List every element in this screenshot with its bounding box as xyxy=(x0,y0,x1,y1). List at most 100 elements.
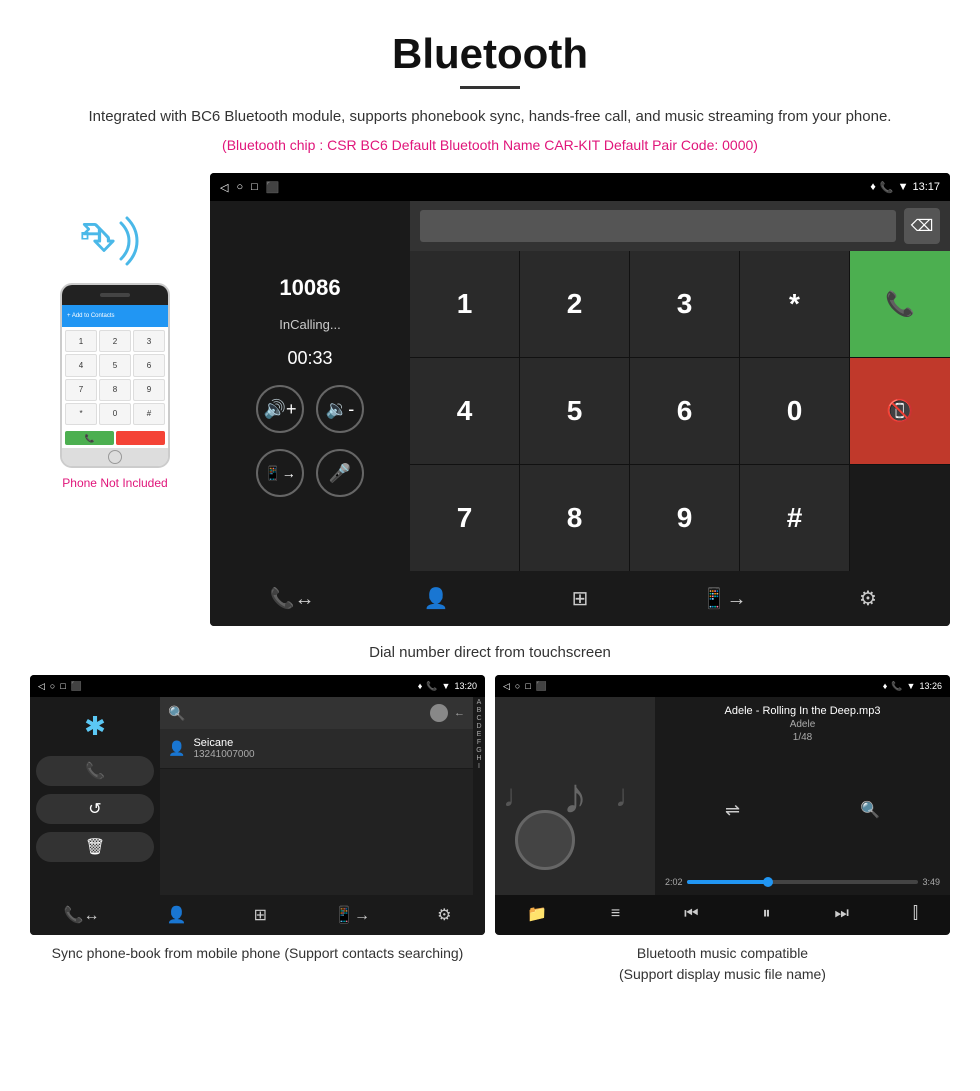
music-bottom-bar: 📁 ≡ ⏮ ⏸ ⏭ ⫿ xyxy=(495,895,950,933)
dialer-info-panel: 10086 InCalling... 00:33 🔊+ 🔉- 📱→ 🎤 xyxy=(210,201,410,571)
music-bar-dot xyxy=(763,877,773,887)
page-description: Integrated with BC6 Bluetooth module, su… xyxy=(40,105,940,129)
music-progress-bar: 2:02 3:49 xyxy=(665,877,940,887)
page-header: Bluetooth Integrated with BC6 Bluetooth … xyxy=(0,0,980,173)
phone-screen-top: + Add to Contacts xyxy=(62,305,168,327)
keypad-9[interactable]: 9 xyxy=(630,465,739,571)
pb-bottom-call-icon[interactable]: 📞↔ xyxy=(64,905,100,925)
pb-search-icon[interactable]: 🔍 xyxy=(168,705,185,722)
pb-alpha-b[interactable]: B xyxy=(477,707,482,714)
pb-alpha-g[interactable]: G xyxy=(476,747,481,754)
volume-up-button[interactable]: 🔊+ xyxy=(256,385,304,433)
keypad-6[interactable]: 6 xyxy=(630,358,739,464)
phone-key-3: 3 xyxy=(133,330,165,352)
bluetooth-symbol-icon: ⬞ xyxy=(80,213,90,256)
phone-key-5: 5 xyxy=(99,354,131,376)
music-seek-bar[interactable] xyxy=(687,880,919,884)
pb-alpha-f[interactable]: F xyxy=(477,739,481,746)
music-status-right: ♦ 📞 ▼ 13:26 xyxy=(883,681,942,692)
pb-alpha-c[interactable]: C xyxy=(476,715,481,722)
music-track-name: Adele - Rolling In the Deep.mp3 xyxy=(665,705,940,717)
music-bar-fill xyxy=(687,880,768,884)
dialer-input-field[interactable] xyxy=(420,210,896,242)
pb-alpha-a[interactable]: A xyxy=(477,699,482,706)
pb-call-button[interactable]: 📞 xyxy=(36,756,154,786)
music-play-pause-icon[interactable]: ⏸ xyxy=(763,905,771,923)
keypad-star[interactable]: * xyxy=(740,251,849,357)
pb-bottom-settings-icon[interactable]: ⚙ xyxy=(437,905,451,925)
pb-back-icon: ◁ xyxy=(38,681,45,692)
music-folder-icon[interactable]: 📁 xyxy=(527,904,547,924)
keypad-4[interactable]: 4 xyxy=(410,358,519,464)
pb-alpha-d[interactable]: D xyxy=(476,723,481,730)
pb-alpha-e[interactable]: E xyxy=(477,731,482,738)
car-head-unit-screen: ◁ ○ □ ⬛ ♦ 📞 ▼ 13:17 10086 InCalling... 0… xyxy=(210,173,950,626)
pb-alpha-h[interactable]: H xyxy=(476,755,481,762)
pb-menu-icon: ⬛ xyxy=(71,681,82,692)
pb-sync-button[interactable]: ↺ xyxy=(36,794,154,824)
pb-bottom-contacts-icon[interactable]: 👤 xyxy=(167,905,187,925)
main-screenshot-section: ⬞ ⮷ + Add to Contacts 1 2 3 xyxy=(0,173,980,626)
pb-bottom-transfer-icon[interactable]: 📱→ xyxy=(334,905,370,925)
transfer-button[interactable]: 📱→ xyxy=(256,449,304,497)
music-home-icon: ○ xyxy=(515,681,520,692)
music-prev-icon[interactable]: ⏮ xyxy=(684,905,698,923)
bottom-keypad-icon[interactable]: ⊞ xyxy=(555,586,605,611)
mute-button[interactable]: 🎤 xyxy=(316,449,364,497)
dialer-delete-button[interactable]: ⌫ xyxy=(904,208,940,244)
phone-key-7: 7 xyxy=(65,379,97,401)
pb-time: 13:20 xyxy=(454,681,477,691)
phone-signal-icon: 📞 xyxy=(880,181,894,194)
pb-alpha-i[interactable]: I xyxy=(478,763,480,770)
status-bar-left: ◁ ○ □ ⬛ xyxy=(220,181,279,194)
bottom-settings-icon[interactable]: ⚙ xyxy=(843,586,893,611)
call-red-button[interactable]: 📵 xyxy=(850,358,950,464)
pb-recents-icon: □ xyxy=(60,681,65,692)
music-note-right-icon: ♩ xyxy=(615,778,647,815)
pb-contact-row[interactable]: 👤 Seicane 13241007000 xyxy=(160,729,473,769)
keypad-1[interactable]: 1 xyxy=(410,251,519,357)
pb-delete-button[interactable]: 🗑 xyxy=(36,832,154,862)
music-equalizer-icon[interactable]: ⫿ xyxy=(913,905,918,923)
music-artist: Adele xyxy=(665,719,940,730)
keypad-3[interactable]: 3 xyxy=(630,251,739,357)
music-time-current: 2:02 xyxy=(665,877,683,887)
pb-bottom-bar: 📞↔ 👤 ⊞ 📱→ ⚙ xyxy=(30,895,485,935)
phone-screen: + Add to Contacts 1 2 3 4 5 6 7 8 9 * 0 … xyxy=(62,305,168,448)
music-shuffle-icon[interactable]: ⇌ xyxy=(725,800,740,821)
page-title: Bluetooth xyxy=(40,30,940,78)
pb-contact-info: Seicane 13241007000 xyxy=(193,737,254,760)
keypad-2[interactable]: 2 xyxy=(520,251,629,357)
music-screen-block: ◁ ○ □ ⬛ ♦ 📞 ▼ 13:26 ♩ ♪ ♩ xyxy=(495,675,950,985)
phone-keypad: 1 2 3 4 5 6 7 8 9 * 0 # xyxy=(62,327,168,428)
phone-key-2: 2 xyxy=(99,330,131,352)
keypad-7[interactable]: 7 xyxy=(410,465,519,571)
call-green-button[interactable]: 📞 xyxy=(850,251,950,357)
keypad-hash[interactable]: # xyxy=(740,465,849,571)
keypad-zero[interactable]: 0 xyxy=(740,358,849,464)
keypad-empty xyxy=(850,465,950,571)
phone-speaker xyxy=(100,293,130,297)
nav-back-icon: ◁ xyxy=(220,181,228,194)
keypad-8[interactable]: 8 xyxy=(520,465,629,571)
bottom-call-icon[interactable]: 📞↔ xyxy=(267,586,317,611)
music-track-count: 1/48 xyxy=(665,732,940,743)
pb-status-right: ♦ 📞 ▼ 13:20 xyxy=(418,681,477,692)
phone-home-button xyxy=(108,450,122,464)
keypad-5[interactable]: 5 xyxy=(520,358,629,464)
music-nav-icons: ◁ ○ □ ⬛ xyxy=(503,681,547,692)
volume-down-button[interactable]: 🔉- xyxy=(316,385,364,433)
phone-key-6: 6 xyxy=(133,354,165,376)
music-list-icon[interactable]: ≡ xyxy=(611,905,620,923)
music-disc xyxy=(515,810,575,870)
pb-back-arrow-icon: ← xyxy=(454,707,465,719)
bottom-screenshots: ◁ ○ □ ⬛ ♦ 📞 ▼ 13:20 ✱ 📞 ↺ 🗑 xyxy=(0,675,980,985)
pb-bottom-keypad-icon[interactable]: ⊞ xyxy=(254,905,267,925)
bottom-transfer-icon[interactable]: 📱→ xyxy=(699,586,749,611)
dialer-volume-controls: 🔊+ 🔉- xyxy=(256,385,364,433)
bottom-contacts-icon[interactable]: 👤 xyxy=(411,586,461,611)
music-search-icon[interactable]: 🔍 xyxy=(860,800,880,820)
music-status-bar: ◁ ○ □ ⬛ ♦ 📞 ▼ 13:26 xyxy=(495,675,950,697)
music-recents-icon: □ xyxy=(525,681,530,692)
music-next-icon[interactable]: ⏭ xyxy=(834,905,848,923)
